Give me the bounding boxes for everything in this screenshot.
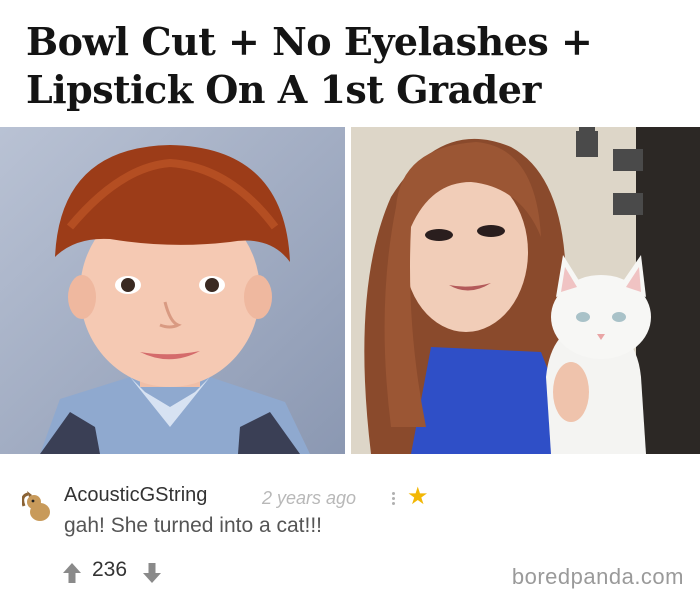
downvote-arrow-icon[interactable]	[142, 562, 162, 584]
upvote-arrow-icon[interactable]	[62, 562, 82, 584]
comment-timestamp: 2 years ago	[262, 488, 357, 508]
comment-username[interactable]: AcousticGString	[64, 484, 207, 507]
photo-woman-with-cat	[351, 127, 700, 454]
woman-with-cat-image	[351, 127, 700, 454]
comment-text: gah! She turned into a cat!!!	[64, 514, 323, 537]
source-watermark: boredpanda.com	[511, 564, 684, 589]
child-portrait-image	[0, 127, 345, 454]
comment: AcousticGString 2 years ago ★ gah! She t…	[0, 470, 700, 599]
more-options-icon[interactable]	[390, 490, 396, 508]
photo-child-portrait	[0, 127, 345, 454]
star-icon[interactable]: ★	[407, 484, 429, 510]
squirrel-avatar-icon[interactable]	[21, 488, 52, 522]
post-title: Bowl Cut + No Eyelashes + Lipstick On A …	[26, 19, 593, 112]
vote-count: 236	[92, 558, 128, 581]
